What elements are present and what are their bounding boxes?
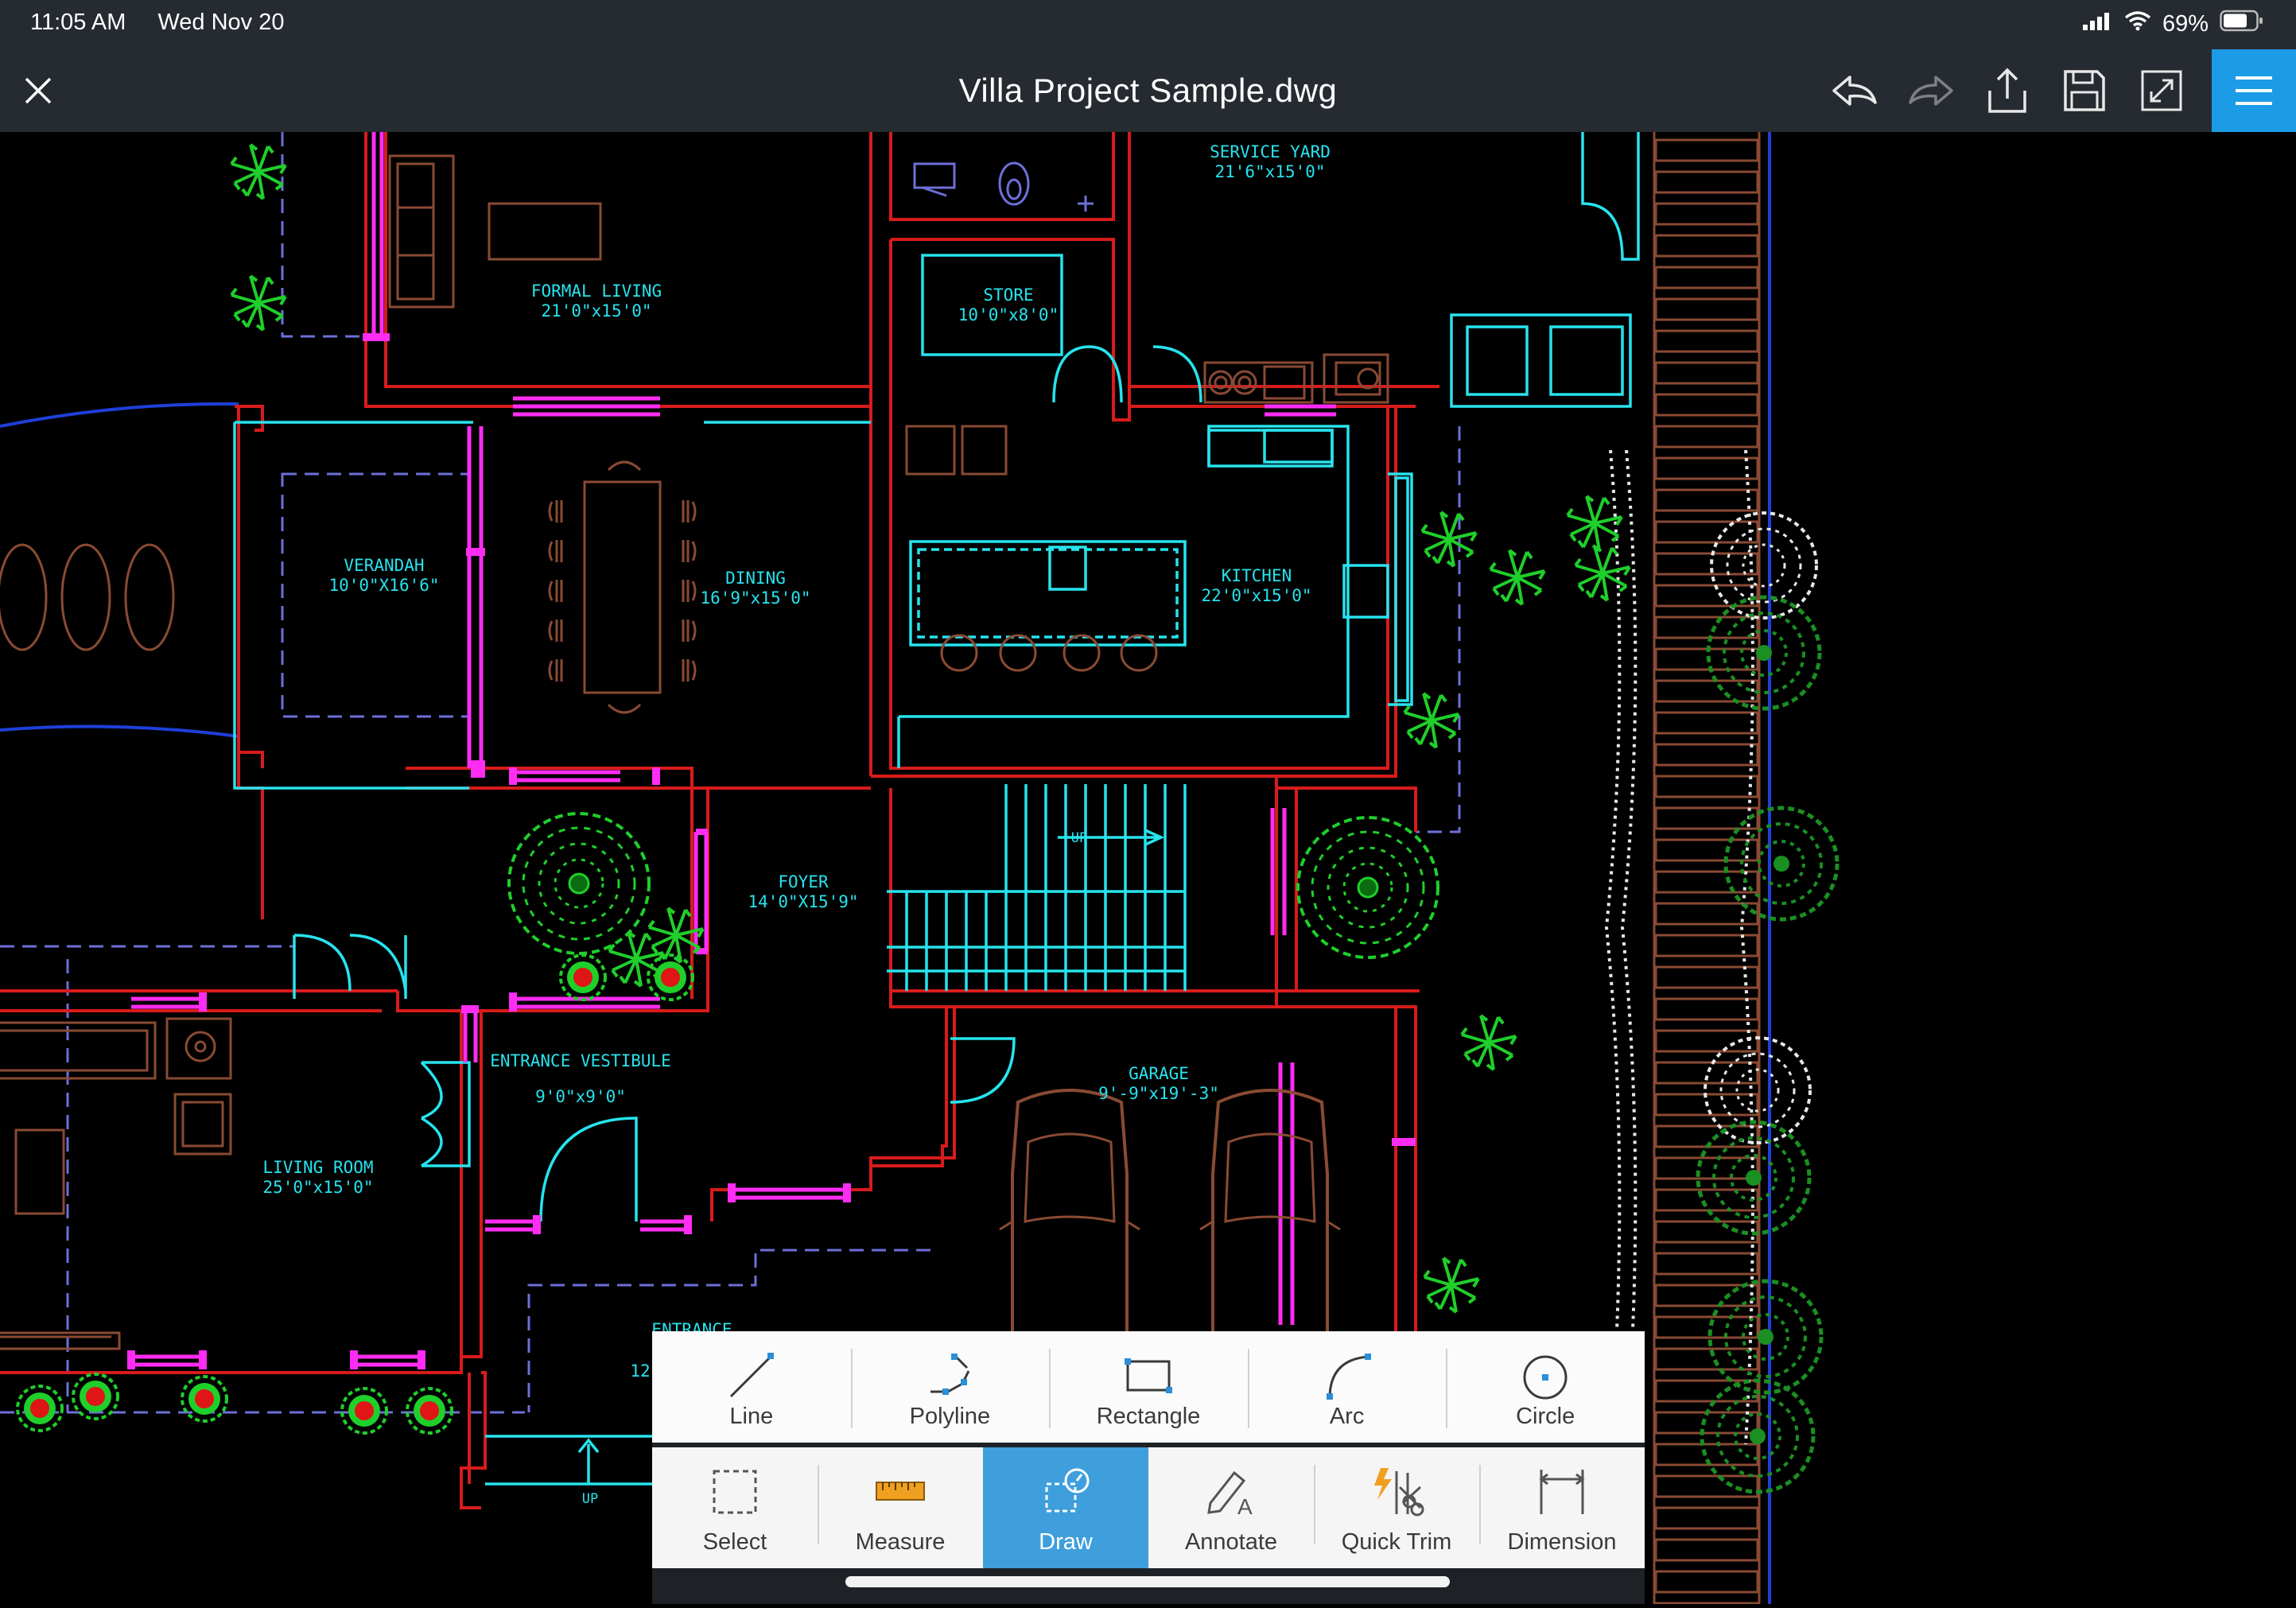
redo-icon <box>1909 76 1953 106</box>
partial-dimension-label: 12 <box>630 1361 650 1381</box>
ios-status-bar: 11:05 AM Wed Nov 20 69% <box>0 0 2296 49</box>
svg-text:A: A <box>1237 1494 1253 1519</box>
line-icon <box>729 1353 774 1398</box>
polyline-tool-label: Polyline <box>909 1404 991 1429</box>
annotate-icon: A <box>1207 1470 1253 1519</box>
battery-percent: 69% <box>2162 10 2209 37</box>
room-size-entrance-vestibule: 9'0"x9'0" <box>535 1087 626 1106</box>
room-name-garage: GARAGE <box>1129 1064 1189 1083</box>
home-indicator[interactable] <box>845 1576 1450 1587</box>
polyline-icon <box>930 1354 970 1395</box>
room-name-store: STORE <box>983 285 1033 305</box>
room-size-garage: 9'-9"x19'-3" <box>1098 1084 1219 1103</box>
draw-tool-button[interactable]: Draw <box>983 1447 1148 1568</box>
room-name-service-yard: SERVICE YARD <box>1210 142 1331 161</box>
arc-tool-button[interactable]: Arc <box>1247 1331 1447 1443</box>
expand-icon <box>2141 70 2182 111</box>
save-icon <box>2064 70 2105 111</box>
quick-trim-icon <box>1374 1468 1424 1517</box>
quick-trim-tool-label: Quick Trim <box>1341 1529 1452 1555</box>
measure-tool-label: Measure <box>855 1529 946 1555</box>
menu-button[interactable] <box>2212 49 2296 132</box>
room-name-foyer: FOYER <box>778 872 829 891</box>
room-name-formal-living: FORMAL LIVING <box>531 282 662 301</box>
stair-up-label: UP <box>1071 830 1087 846</box>
main-tools-row: Select Measure Draw A Annotate Quick Tri… <box>652 1447 1645 1568</box>
polyline-tool-button[interactable]: Polyline <box>850 1331 1050 1443</box>
undo-icon <box>1832 76 1877 106</box>
room-size-kitchen: 22'0"x15'0" <box>1201 586 1311 605</box>
status-date: Wed Nov 20 <box>157 10 285 35</box>
share-icon <box>1988 68 2026 113</box>
save-button[interactable] <box>2056 62 2113 119</box>
undo-button[interactable] <box>1826 62 1883 119</box>
room-size-verandah: 10'0"X16'6" <box>328 576 439 595</box>
line-tool-button[interactable]: Line <box>652 1331 851 1443</box>
hamburger-menu-icon <box>2236 76 2272 105</box>
arc-tool-label: Arc <box>1329 1404 1365 1429</box>
redo-button[interactable] <box>1902 62 1960 119</box>
dimension-tool-label: Dimension <box>1507 1529 1617 1555</box>
cellular-signal-icon <box>2081 11 2113 37</box>
battery-icon <box>2220 10 2264 38</box>
entry-up-label: UP <box>582 1491 598 1507</box>
rectangle-tool-label: Rectangle <box>1096 1404 1201 1429</box>
fullscreen-button[interactable] <box>2133 62 2190 119</box>
app-title-bar: Villa Project Sample.dwg <box>0 49 2296 132</box>
dimension-tool-button[interactable]: Dimension <box>1479 1447 1645 1568</box>
room-name-living-room: LIVING ROOM <box>262 1158 373 1177</box>
measure-tool-button[interactable]: Measure <box>818 1447 983 1568</box>
room-size-store: 10'0"x8'0" <box>958 305 1059 324</box>
room-name-verandah: VERANDAH <box>344 556 424 575</box>
room-size-formal-living: 21'0"x15'0" <box>541 301 651 320</box>
draw-tool-label: Draw <box>1039 1529 1093 1555</box>
status-time: 11:05 AM <box>30 10 126 35</box>
ruler-icon <box>876 1482 925 1501</box>
rectangle-tool-button[interactable]: Rectangle <box>1049 1331 1248 1443</box>
circle-icon <box>1523 1355 1568 1400</box>
circle-tool-label: Circle <box>1516 1404 1575 1429</box>
rectangle-icon <box>1124 1358 1172 1393</box>
room-size-service-yard: 21'6"x15'0" <box>1214 162 1325 181</box>
room-name-kitchen: KITCHEN <box>1222 566 1292 585</box>
room-name-dining: DINING <box>725 569 786 588</box>
share-button[interactable] <box>1979 62 2036 119</box>
room-size-dining: 16'9"x15'0" <box>700 588 810 608</box>
draw-tools-row: Line Polyline Rectangle Arc Circle <box>652 1331 1645 1447</box>
arc-icon <box>1326 1354 1371 1400</box>
bottom-tool-palette: Line Polyline Rectangle Arc Circle Selec… <box>652 1331 1645 1604</box>
dimension-icon <box>1539 1470 1585 1514</box>
home-indicator-area <box>652 1568 1645 1604</box>
room-size-living-room: 25'0"x15'0" <box>262 1178 373 1197</box>
annotate-tool-label: Annotate <box>1184 1529 1278 1555</box>
select-tool-label: Select <box>702 1529 767 1555</box>
draw-icon <box>1045 1468 1090 1513</box>
quick-trim-tool-button[interactable]: Quick Trim <box>1314 1447 1479 1568</box>
select-icon <box>713 1470 757 1514</box>
room-size-foyer: 14'0"X15'9" <box>748 892 858 911</box>
circle-tool-button[interactable]: Circle <box>1446 1331 1645 1443</box>
room-name-entrance-vestibule: ENTRANCE VESTIBULE <box>490 1051 671 1070</box>
select-tool-button[interactable]: Select <box>652 1447 818 1568</box>
annotate-tool-button[interactable]: A Annotate <box>1148 1447 1314 1568</box>
line-tool-label: Line <box>729 1404 774 1429</box>
wifi-icon <box>2124 10 2151 37</box>
